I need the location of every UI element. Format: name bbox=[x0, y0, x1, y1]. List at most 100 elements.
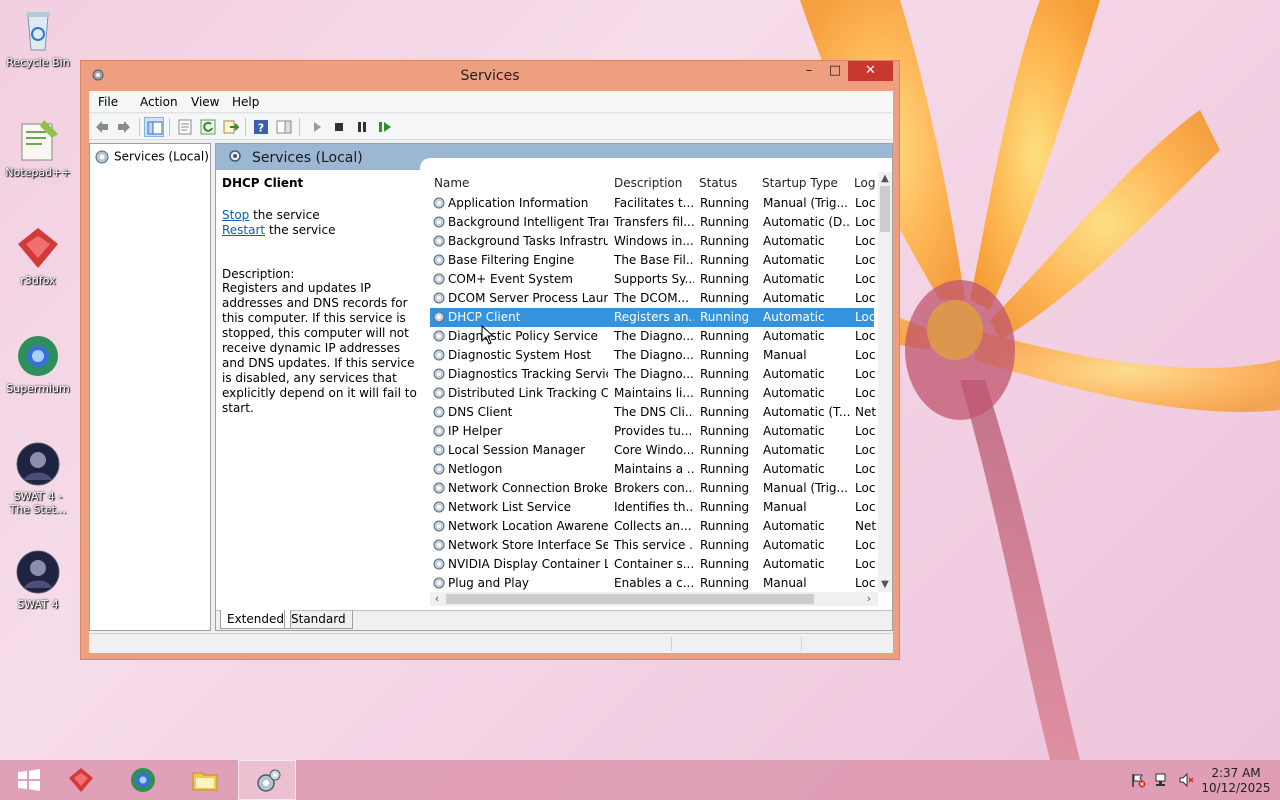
desktop-icon-swat4-stetchkov[interactable]: SWAT 4 - The Stet... bbox=[2, 440, 74, 516]
network-icon[interactable] bbox=[1154, 772, 1170, 788]
vertical-scrollbar[interactable]: ▲ ▼ bbox=[878, 172, 892, 592]
show-hide-console-tree-button[interactable] bbox=[144, 117, 164, 137]
service-row[interactable]: Network List Service Identifies th... Runn… bbox=[430, 498, 875, 517]
horizontal-scroll-thumb[interactable] bbox=[446, 594, 814, 604]
menu-help[interactable]: Help bbox=[232, 95, 259, 109]
properties-button[interactable] bbox=[175, 117, 195, 137]
column-header-description[interactable]: Description bbox=[614, 172, 682, 194]
service-row[interactable]: DNS Client The DNS Cli... Running Automatic… bbox=[430, 403, 876, 422]
maximize-button[interactable]: □ bbox=[822, 61, 848, 81]
title-bar[interactable]: Services – □ ✕ bbox=[81, 61, 899, 91]
desktop-icon-recycle-bin[interactable]: Recycle Bin bbox=[2, 6, 74, 69]
taskbar-r3dfox[interactable] bbox=[52, 760, 110, 800]
refresh-button[interactable] bbox=[198, 117, 218, 137]
service-name-cell: Diagnostic System Host bbox=[448, 348, 592, 362]
service-name-cell: Diagnostics Tracking Service bbox=[448, 367, 608, 381]
desktop-icon-swat4[interactable]: SWAT 4 bbox=[2, 548, 74, 611]
taskbar-services[interactable] bbox=[238, 760, 296, 800]
service-row[interactable]: COM+ Event System Supports Sy... Running Au… bbox=[430, 270, 875, 289]
service-row[interactable]: Diagnostic Policy Service The Diagno... Ru… bbox=[430, 327, 875, 346]
service-description-cell: Facilitates t... bbox=[614, 196, 694, 210]
restart-service-link[interactable]: Restart bbox=[222, 223, 265, 237]
tree-item-services-local[interactable]: Services (Local) bbox=[94, 149, 209, 165]
show-action-pane-button[interactable] bbox=[274, 117, 294, 137]
service-row[interactable]: Application Information Facilitates t... R… bbox=[430, 194, 875, 213]
service-row[interactable]: Background Tasks Infrastru... Windows in.… bbox=[430, 232, 875, 251]
service-description-text: Registers and updates IP addresses and D… bbox=[222, 281, 417, 415]
menu-file[interactable]: File bbox=[98, 95, 118, 109]
service-logon-cell: Loc bbox=[855, 386, 876, 400]
desktop-icon-label: Supermium bbox=[6, 382, 70, 395]
service-logon-cell: Loc bbox=[855, 443, 876, 457]
service-row[interactable]: Network Location Awareness Collects an...… bbox=[430, 517, 876, 536]
restart-service-button[interactable] bbox=[375, 117, 395, 137]
service-row[interactable]: Base Filtering Engine The Base Fil... Runn… bbox=[430, 251, 875, 270]
service-row[interactable]: Diagnostic System Host The Diagno... Runni… bbox=[430, 346, 875, 365]
minimize-button[interactable]: – bbox=[796, 61, 822, 81]
help-button[interactable]: ? bbox=[251, 117, 271, 137]
service-row[interactable]: DHCP Client Registers an... Running Automat… bbox=[430, 308, 875, 327]
service-row[interactable]: Network Store Interface Ser... This servi… bbox=[430, 536, 875, 555]
system-clock[interactable]: 2:37 AM 10/12/2025 bbox=[1196, 766, 1276, 796]
desktop-icon-notepadpp[interactable]: Notepad++ bbox=[2, 116, 74, 179]
export-list-button[interactable] bbox=[221, 117, 241, 137]
service-startup-cell: Automatic (D... bbox=[763, 215, 851, 229]
scroll-right-icon[interactable]: › bbox=[862, 592, 876, 606]
service-status-cell: Running bbox=[700, 310, 750, 324]
desktop-icon-supermium[interactable]: Supermium bbox=[2, 332, 74, 395]
vertical-scroll-thumb[interactable] bbox=[880, 186, 890, 232]
taskbar-file-explorer[interactable] bbox=[176, 760, 234, 800]
service-description-cell: Provides tu... bbox=[614, 424, 693, 438]
taskbar-supermium[interactable] bbox=[114, 760, 172, 800]
column-header-name[interactable]: Name bbox=[434, 172, 469, 194]
scroll-down-icon[interactable]: ▼ bbox=[878, 578, 892, 592]
desktop-icon-r3dfox[interactable]: r3dfox bbox=[2, 224, 74, 287]
stop-service-link[interactable]: Stop bbox=[222, 208, 249, 222]
scroll-left-icon[interactable]: ‹ bbox=[430, 592, 444, 606]
forward-button[interactable] bbox=[114, 117, 134, 137]
service-name-cell: DCOM Server Process Laun... bbox=[448, 291, 608, 305]
status-separator bbox=[801, 637, 802, 651]
service-row[interactable]: NVIDIA Display Container LS Container s..… bbox=[430, 555, 875, 574]
start-windows-icon bbox=[18, 769, 40, 791]
start-service-button[interactable] bbox=[307, 117, 327, 137]
volume-muted-icon[interactable] bbox=[1178, 772, 1194, 788]
service-status-cell: Running bbox=[700, 196, 750, 210]
service-status-cell: Running bbox=[700, 348, 750, 362]
service-gear-icon bbox=[433, 520, 445, 532]
service-startup-cell: Automatic bbox=[763, 234, 825, 248]
service-row[interactable]: Distributed Link Tracking Cl... Maintains… bbox=[430, 384, 876, 403]
start-button[interactable] bbox=[0, 760, 58, 800]
menu-action[interactable]: Action bbox=[140, 95, 178, 109]
service-row[interactable]: Diagnostics Tracking Service The Diagno..… bbox=[430, 365, 875, 384]
close-button[interactable]: ✕ bbox=[848, 61, 893, 81]
service-row[interactable]: Network Connection Broker Brokers con... R… bbox=[430, 479, 875, 498]
services-window: Services – □ ✕ File Action View Help ? S… bbox=[80, 60, 900, 660]
service-name-cell: Plug and Play bbox=[448, 576, 530, 590]
service-name-cell: IP Helper bbox=[448, 424, 503, 438]
column-header-log-on-as[interactable]: Log bbox=[854, 172, 875, 194]
tab-extended[interactable]: Extended bbox=[220, 610, 291, 629]
scroll-up-icon[interactable]: ▲ bbox=[878, 172, 892, 186]
back-button[interactable] bbox=[92, 117, 112, 137]
service-row[interactable]: Background Intelligent Tran... Transfers … bbox=[430, 213, 875, 232]
service-row[interactable]: DCOM Server Process Laun... The DCOM... Ru… bbox=[430, 289, 875, 308]
horizontal-scrollbar[interactable]: ‹ › bbox=[430, 592, 878, 606]
service-row[interactable]: Local Session Manager Core Windo... Runnin… bbox=[430, 441, 876, 460]
service-status-cell: Running bbox=[700, 272, 750, 286]
service-name-cell: COM+ Event System bbox=[448, 272, 573, 286]
service-description-cell: Transfers fil... bbox=[614, 215, 694, 229]
service-row[interactable]: Plug and Play Enables a c... Running Manual… bbox=[430, 574, 875, 592]
service-row[interactable]: IP Helper Provides tu... Running Automatic L… bbox=[430, 422, 875, 441]
service-description-cell: The Diagno... bbox=[614, 348, 694, 362]
service-row[interactable]: Netlogon Maintains a ... Running Automatic L… bbox=[430, 460, 875, 479]
pause-service-button[interactable] bbox=[352, 117, 372, 137]
service-description-cell: The Base Fil... bbox=[614, 253, 694, 267]
action-center-flag-icon[interactable] bbox=[1130, 772, 1146, 788]
column-header-status[interactable]: Status bbox=[699, 172, 737, 194]
console-tree: Services (Local) bbox=[89, 143, 211, 631]
stop-service-button[interactable] bbox=[329, 117, 349, 137]
column-header-startup-type[interactable]: Startup Type bbox=[762, 172, 838, 194]
tab-standard[interactable]: Standard bbox=[284, 610, 353, 629]
menu-view[interactable]: View bbox=[191, 95, 219, 109]
